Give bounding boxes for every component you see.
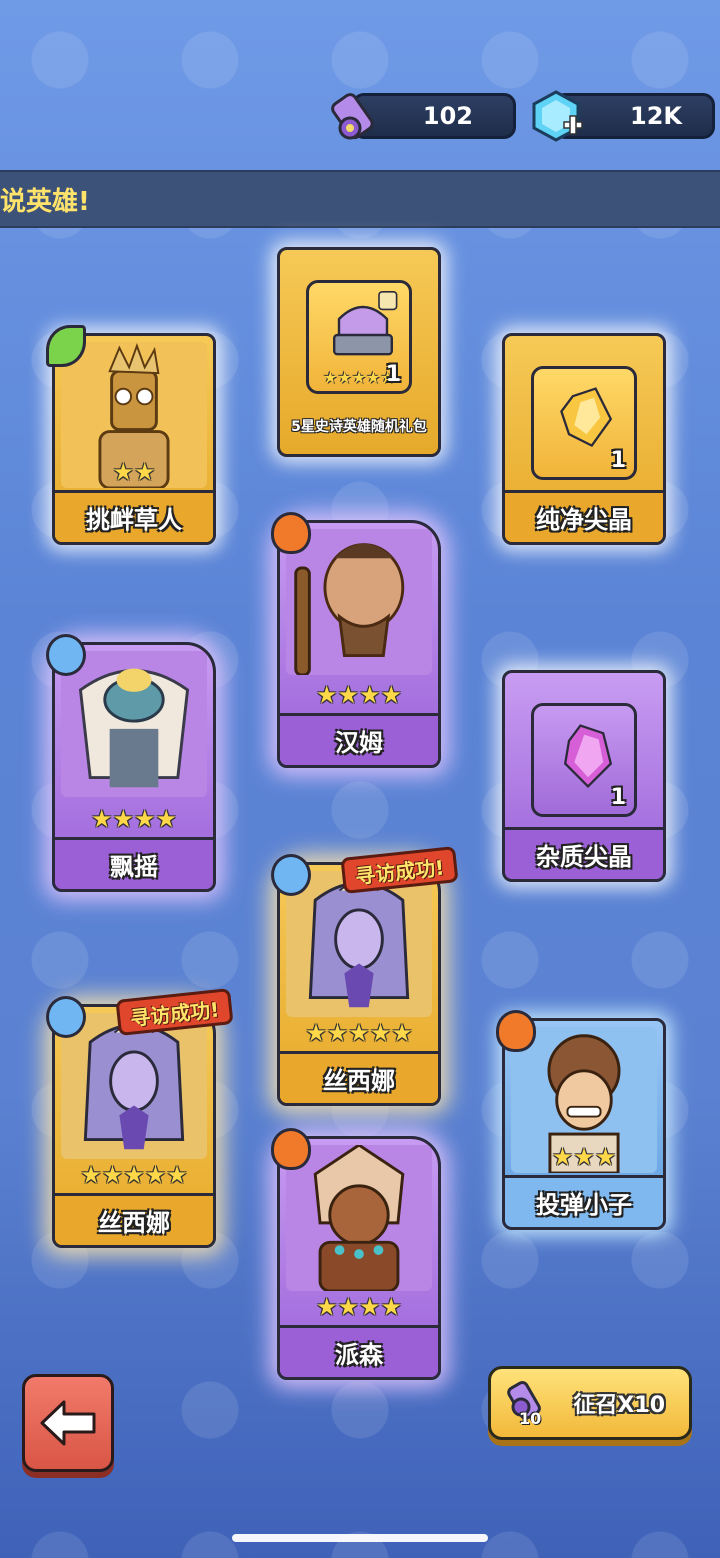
recruit-label: 征召X10 [573,1393,665,1418]
water-icon [46,634,86,676]
item-name: 纯净尖晶 [505,490,663,542]
hero-name: 挑衅草人 [55,490,213,542]
star-rating: ★★★ [551,1143,617,1171]
water-icon [271,854,311,896]
purple-crystal-icon [563,724,613,789]
hero-card-ham[interactable]: ★★★★ 汉姆 [271,512,441,768]
paisen-portrait [286,1145,432,1291]
hero-name: 汉姆 [280,713,438,765]
treasure-chest-icon [333,291,398,356]
arrow-left-icon [40,1400,96,1446]
item-card-impure-spike-crystal[interactable]: 1 杂质尖晶 [502,670,666,882]
hero-card-sixina[interactable]: ★★★★★ 丝西娜 寻访成功! [271,846,459,1106]
star-rating: ★★★★ [315,681,403,709]
hero-card-paisen[interactable]: ★★★★ 派森 [271,1128,441,1380]
piaoyao-portrait [61,651,207,797]
scroll-count: 102 [422,102,473,130]
announcement-banner: 说英雄! [0,170,720,228]
fire-icon [271,512,311,554]
home-indicator[interactable] [232,1534,488,1542]
gem-count: 12K [630,102,682,130]
star-rating: ★★★★★ [305,1019,413,1047]
hero-card-sixina[interactable]: ★★★★★ 丝西娜 寻访成功! [46,988,234,1248]
recruit-success-ribbon: 寻访成功! [115,988,234,1036]
back-button[interactable] [22,1374,114,1472]
pure-crystal-box: 1 [531,366,637,480]
water-icon [46,996,86,1038]
hero-name: 丝西娜 [280,1051,438,1103]
star-rating: ★★ [112,458,156,486]
impure-crystal-box: 1 [531,703,637,817]
fire-icon [271,1128,311,1170]
hero-card-piaoyao[interactable]: ★★★★ 飘摇 [46,634,216,892]
star-rating: ★★★★★ [80,1161,188,1189]
item-count: 1 [385,362,401,387]
hero-card-taunt-scarecrow[interactable]: ★★ 挑衅草人 [46,325,216,545]
item-card-epic-pack[interactable]: ★★★★★ 1 5星史诗英雄随机礼包 [277,247,441,457]
recruit-count: 10 [519,1409,542,1428]
ham-portrait [286,529,432,675]
banner-text: 说英雄! [0,186,90,217]
item-count: 1 [610,785,626,810]
item-name: 杂质尖晶 [505,827,663,879]
hero-name: 丝西娜 [55,1193,213,1245]
hero-name: 飘摇 [55,837,213,889]
hero-name: 投弹小子 [505,1175,663,1227]
hero-card-catapult-kid[interactable]: ★★★ 投弹小子 [496,1010,666,1230]
sixina-portrait [61,1013,207,1159]
sixina-portrait [286,871,432,1017]
fire-icon [496,1010,536,1052]
item-card-pure-spike-crystal[interactable]: 1 纯净尖晶 [502,333,666,545]
star-rating: ★★★★ [90,805,178,833]
gold-crystal-icon [560,387,613,448]
recruit-x10-button[interactable]: 10 征召X10 [488,1366,692,1440]
item-count: 1 [610,448,626,473]
gem-plus-icon[interactable] [528,88,584,144]
star-rating: ★★★★ [315,1293,403,1321]
epic-pack-box: ★★★★★ 1 [306,280,412,394]
pack-name: 5星史诗英雄随机礼包 [291,419,427,435]
hero-name: 派森 [280,1325,438,1377]
scroll-icon [331,93,374,140]
recruit-success-ribbon: 寻访成功! [340,846,459,894]
